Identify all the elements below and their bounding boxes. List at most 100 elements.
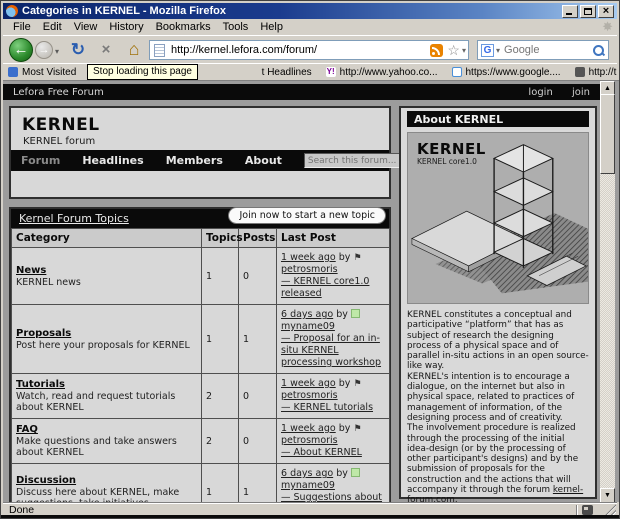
menu-help[interactable]: Help bbox=[254, 20, 289, 34]
last-post-time-link[interactable]: 1 week ago bbox=[281, 378, 336, 389]
forum-search-input[interactable] bbox=[303, 153, 404, 168]
nav-members[interactable]: Members bbox=[166, 154, 223, 167]
web-search-input[interactable] bbox=[502, 43, 592, 57]
flag-icon bbox=[353, 424, 361, 434]
url-input[interactable] bbox=[169, 43, 431, 57]
last-post-cell: 1 week ago by petrosmoris — About KERNEL bbox=[276, 418, 390, 464]
last-post-time-link[interactable]: 6 days ago bbox=[281, 468, 333, 479]
forward-button[interactable] bbox=[35, 41, 53, 59]
last-post-time-link[interactable]: 6 days ago bbox=[281, 309, 333, 320]
lefora-topbar: Lefora Free Forum login join bbox=[3, 84, 600, 100]
table-row: News KERNEL news 1 0 1 week ago by petro… bbox=[11, 247, 390, 305]
last-post-topic-link[interactable]: — KERNEL tutorials bbox=[281, 402, 373, 413]
urlbar-dropdown-icon[interactable] bbox=[462, 46, 466, 55]
home-button[interactable] bbox=[123, 38, 145, 62]
bookmark-label: http://www.yahoo.co... bbox=[339, 66, 438, 78]
join-new-topic-button[interactable]: Join now to start a new topic bbox=[228, 207, 386, 224]
main-column: KERNEL KERNEL forum Forum Headlines Memb… bbox=[9, 106, 428, 503]
posts-count: 1 bbox=[238, 304, 277, 374]
last-post-topic-link[interactable]: — About KERNEL bbox=[281, 447, 362, 458]
menu-bookmarks[interactable]: Bookmarks bbox=[150, 20, 217, 34]
forum-header: KERNEL KERNEL forum Forum Headlines Memb… bbox=[9, 106, 428, 199]
bookmark-theinstructional[interactable]: http://theinstructiona... bbox=[574, 66, 617, 78]
by-label: by bbox=[338, 378, 351, 389]
rss-feed-icon[interactable] bbox=[430, 43, 444, 57]
about-sidebar: About KERNEL KERNEL KERNEL core1.0 KERNE… bbox=[399, 106, 597, 503]
maximize-icon bbox=[584, 7, 592, 15]
search-magnifier-icon[interactable] bbox=[592, 44, 605, 57]
bookmark-label: http://theinstructiona... bbox=[588, 66, 617, 78]
stop-button[interactable] bbox=[95, 39, 117, 61]
last-post-topic-link[interactable]: — KERNEL core1.0 released bbox=[281, 276, 369, 299]
login-link[interactable]: login bbox=[528, 87, 552, 98]
bookmark-latest-headlines[interactable]: t Headlines bbox=[262, 67, 312, 78]
last-post-time-link[interactable]: 1 week ago bbox=[281, 423, 336, 434]
vertical-scrollbar[interactable] bbox=[600, 81, 615, 503]
menu-edit[interactable]: Edit bbox=[37, 20, 68, 34]
reload-button[interactable] bbox=[67, 39, 89, 61]
category-description: Post here your proposals for KERNEL bbox=[16, 339, 190, 351]
member-avatar bbox=[350, 468, 360, 477]
by-label: by bbox=[338, 252, 351, 263]
browser-window: Categories in KERNEL - Mozilla Firefox F… bbox=[0, 0, 620, 519]
last-post-author-link[interactable]: myname09 bbox=[281, 480, 335, 491]
join-link[interactable]: join bbox=[572, 87, 590, 98]
category-link[interactable]: Discussion bbox=[16, 475, 76, 486]
nav-headlines[interactable]: Headlines bbox=[82, 154, 143, 167]
throbber-icon bbox=[602, 19, 613, 35]
nav-forum[interactable]: Forum bbox=[21, 154, 60, 167]
close-button[interactable] bbox=[598, 4, 614, 18]
last-post-author-link[interactable]: petrosmoris bbox=[281, 390, 338, 401]
table-row: Tutorials Watch, read and request tutori… bbox=[11, 373, 390, 419]
col-lastpost: Last Post bbox=[276, 228, 390, 248]
url-bar bbox=[149, 40, 469, 60]
last-post-author-link[interactable]: petrosmoris bbox=[281, 264, 338, 275]
flag-icon bbox=[353, 253, 361, 263]
navigation-toolbar bbox=[3, 35, 617, 63]
last-post-cell: 6 days ago by myname09 — Proposal for an… bbox=[276, 304, 390, 374]
topics-count: 2 bbox=[201, 373, 239, 419]
history-dropdown-icon[interactable] bbox=[55, 47, 59, 56]
last-post-author-link[interactable]: myname09 bbox=[281, 321, 335, 332]
about-text: KERNEL constitutes a conceptual and part… bbox=[407, 310, 589, 503]
category-link[interactable]: News bbox=[16, 265, 46, 276]
topics-heading-link[interactable]: Kernel Forum Topics bbox=[19, 212, 129, 225]
topics-count: 1 bbox=[201, 463, 239, 503]
category-cell: News KERNEL news bbox=[11, 247, 202, 305]
content-viewport: Lefora Free Forum login join KERNEL KERN… bbox=[3, 80, 619, 503]
folder-icon bbox=[8, 67, 18, 77]
last-post-time-link[interactable]: 1 week ago bbox=[281, 252, 336, 263]
topics-section: Kernel Forum Topics Join now to start a … bbox=[9, 207, 391, 503]
about-paragraph-1: KERNEL constitutes a conceptual and part… bbox=[407, 310, 589, 372]
bookmark-most-visited[interactable]: Most Visited bbox=[8, 67, 76, 78]
close-icon bbox=[603, 6, 609, 16]
posts-count: 0 bbox=[238, 418, 277, 464]
lefora-brand[interactable]: Lefora Free Forum bbox=[13, 87, 512, 98]
bookmark-star-icon[interactable] bbox=[447, 44, 460, 57]
menu-view[interactable]: View bbox=[68, 20, 104, 34]
maximize-button[interactable] bbox=[580, 4, 596, 18]
scroll-down-button[interactable] bbox=[600, 488, 615, 503]
menu-file[interactable]: File bbox=[7, 20, 37, 34]
status-separator bbox=[576, 504, 577, 516]
firefox-icon bbox=[6, 5, 18, 17]
minimize-button[interactable] bbox=[562, 4, 578, 18]
scrollbar-thumb[interactable] bbox=[600, 94, 615, 174]
category-link[interactable]: Tutorials bbox=[16, 379, 65, 390]
category-link[interactable]: Proposals bbox=[16, 328, 71, 339]
topics-header-bar: Kernel Forum Topics Join now to start a … bbox=[11, 207, 389, 228]
nav-about[interactable]: About bbox=[245, 154, 282, 167]
topics-table: Category Topics Posts Last Post News KER… bbox=[11, 228, 390, 503]
last-post-topic-link[interactable]: — Proposal for an in-situ KERNEL process… bbox=[281, 333, 381, 368]
search-engine-dropdown-icon[interactable] bbox=[496, 46, 500, 55]
last-post-author-link[interactable]: petrosmoris bbox=[281, 435, 338, 446]
menu-tools[interactable]: Tools bbox=[217, 20, 255, 34]
menu-history[interactable]: History bbox=[103, 20, 149, 34]
back-button[interactable] bbox=[9, 38, 33, 62]
category-link[interactable]: FAQ bbox=[16, 424, 38, 435]
bookmark-google[interactable]: https://www.google.... bbox=[451, 67, 561, 78]
site-icon bbox=[574, 67, 585, 77]
kernel-logo-subtitle: KERNEL core1.0 bbox=[417, 157, 477, 166]
member-avatar bbox=[350, 309, 360, 318]
bookmark-yahoo[interactable]: http://www.yahoo.co... bbox=[325, 66, 438, 78]
